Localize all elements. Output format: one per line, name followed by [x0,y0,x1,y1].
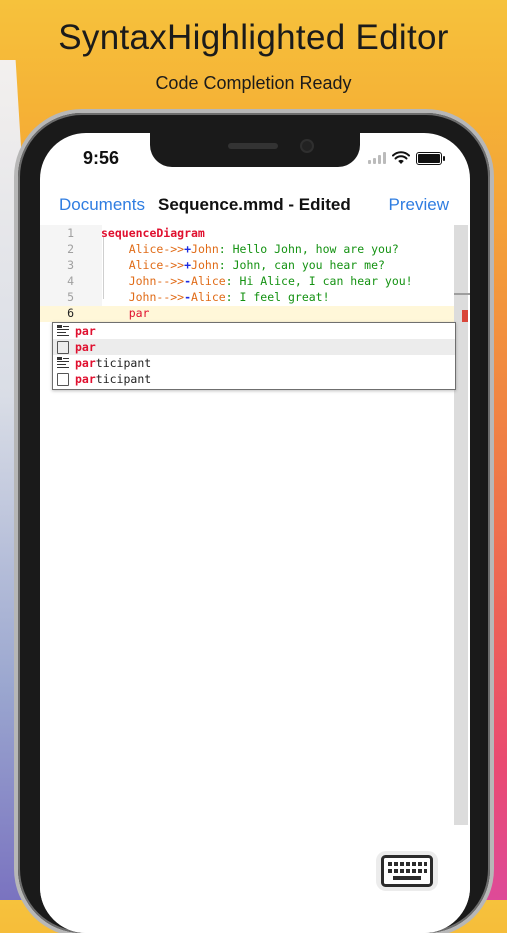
status-time: 9:56 [83,148,120,168]
battery-icon [416,151,445,165]
wifi-icon [392,151,410,164]
code-token: John [191,242,219,256]
navigation-bar: Documents Sequence.mmd - Edited Preview [40,191,470,221]
phone-screen: 9:56 Documents Sequence.mmd - Edited Pre… [40,133,470,933]
code-token: + [184,258,192,272]
code-token: sequenceDiagram [101,226,205,240]
scrollbar-error-marker [462,310,468,322]
promo-subtitle: Code Completion Ready [155,73,352,93]
code-text: John-->>-Alice: I feel great! [101,290,330,304]
keyword-box-icon [57,341,69,354]
code-token: : John, can you hear me? [218,258,385,272]
match-text: par [75,372,96,386]
documents-button[interactable]: Documents [59,195,145,215]
code-text: John-->>-Alice: Hi Alice, I can hear you… [101,274,413,288]
snippet-icon [57,325,69,336]
cellular-signal-icon [368,152,386,164]
code-token: - [184,290,192,304]
promo-title: SyntaxHighlighted Editor [58,18,449,57]
code-token: Alice [128,242,164,256]
code-token: ->> [163,258,185,272]
autocomplete-label: par [75,340,96,354]
keyboard-icon [381,855,433,887]
code-text: sequenceDiagram [101,226,205,240]
keyboard-toggle-button[interactable] [376,851,438,891]
code-text: Alice->>+John: John, can you hear me? [101,258,385,272]
autocomplete-label: par [75,324,96,338]
autocomplete-item[interactable]: par [53,323,455,339]
completion-text: ticipant [95,356,152,370]
speaker [228,143,278,149]
code-token: John [128,274,157,288]
code-token: -->> [156,290,185,304]
line-number: 5 [67,290,74,304]
front-camera [302,141,312,151]
line-number: 4 [67,274,74,288]
code-token: - [184,274,192,288]
code-token: John [128,290,157,304]
line-number: 6 [67,306,74,320]
match-text: par [75,340,96,354]
code-token: : I feel great! [225,290,330,304]
code-token: : Hello John, how are you? [218,242,399,256]
autocomplete-item[interactable]: participant [53,355,455,371]
autocomplete-popup: par par participant participant [52,322,456,390]
autocomplete-label: participant [75,372,151,386]
code-token: John [191,258,219,272]
code-token: : Hi Alice, I can hear you! [225,274,413,288]
code-line[interactable]: 6 par [40,306,454,322]
document-title: Sequence.mmd - Edited [158,195,351,214]
code-token: + [184,242,192,256]
code-token: Alice [191,274,226,288]
code-token: ->> [163,242,185,256]
autocomplete-item[interactable]: par [53,339,455,355]
match-text: par [75,356,96,370]
match-text: par [75,324,96,338]
code-token: -->> [156,274,185,288]
code-text: Alice->>+John: Hello John, how are you? [101,242,399,256]
keyword-box-icon [57,373,69,386]
code-text: par [101,306,150,320]
autocomplete-label: participant [75,356,151,370]
line-number: 3 [67,258,74,272]
line-number: 1 [67,226,74,240]
status-icons [368,151,445,165]
code-token: Alice [128,258,164,272]
line-number: 2 [67,242,74,256]
autocomplete-item[interactable]: participant [53,371,455,387]
preview-button[interactable]: Preview [389,195,449,215]
code-editor[interactable]: 1 sequenceDiagram 2 Alice->>+John: Hello J… [40,225,470,933]
code-token: Alice [191,290,226,304]
scrollbar-marker [454,293,470,295]
snippet-icon [57,357,69,368]
notch [150,133,360,167]
completion-text: ticipant [95,372,152,386]
code-token: par [128,306,150,320]
